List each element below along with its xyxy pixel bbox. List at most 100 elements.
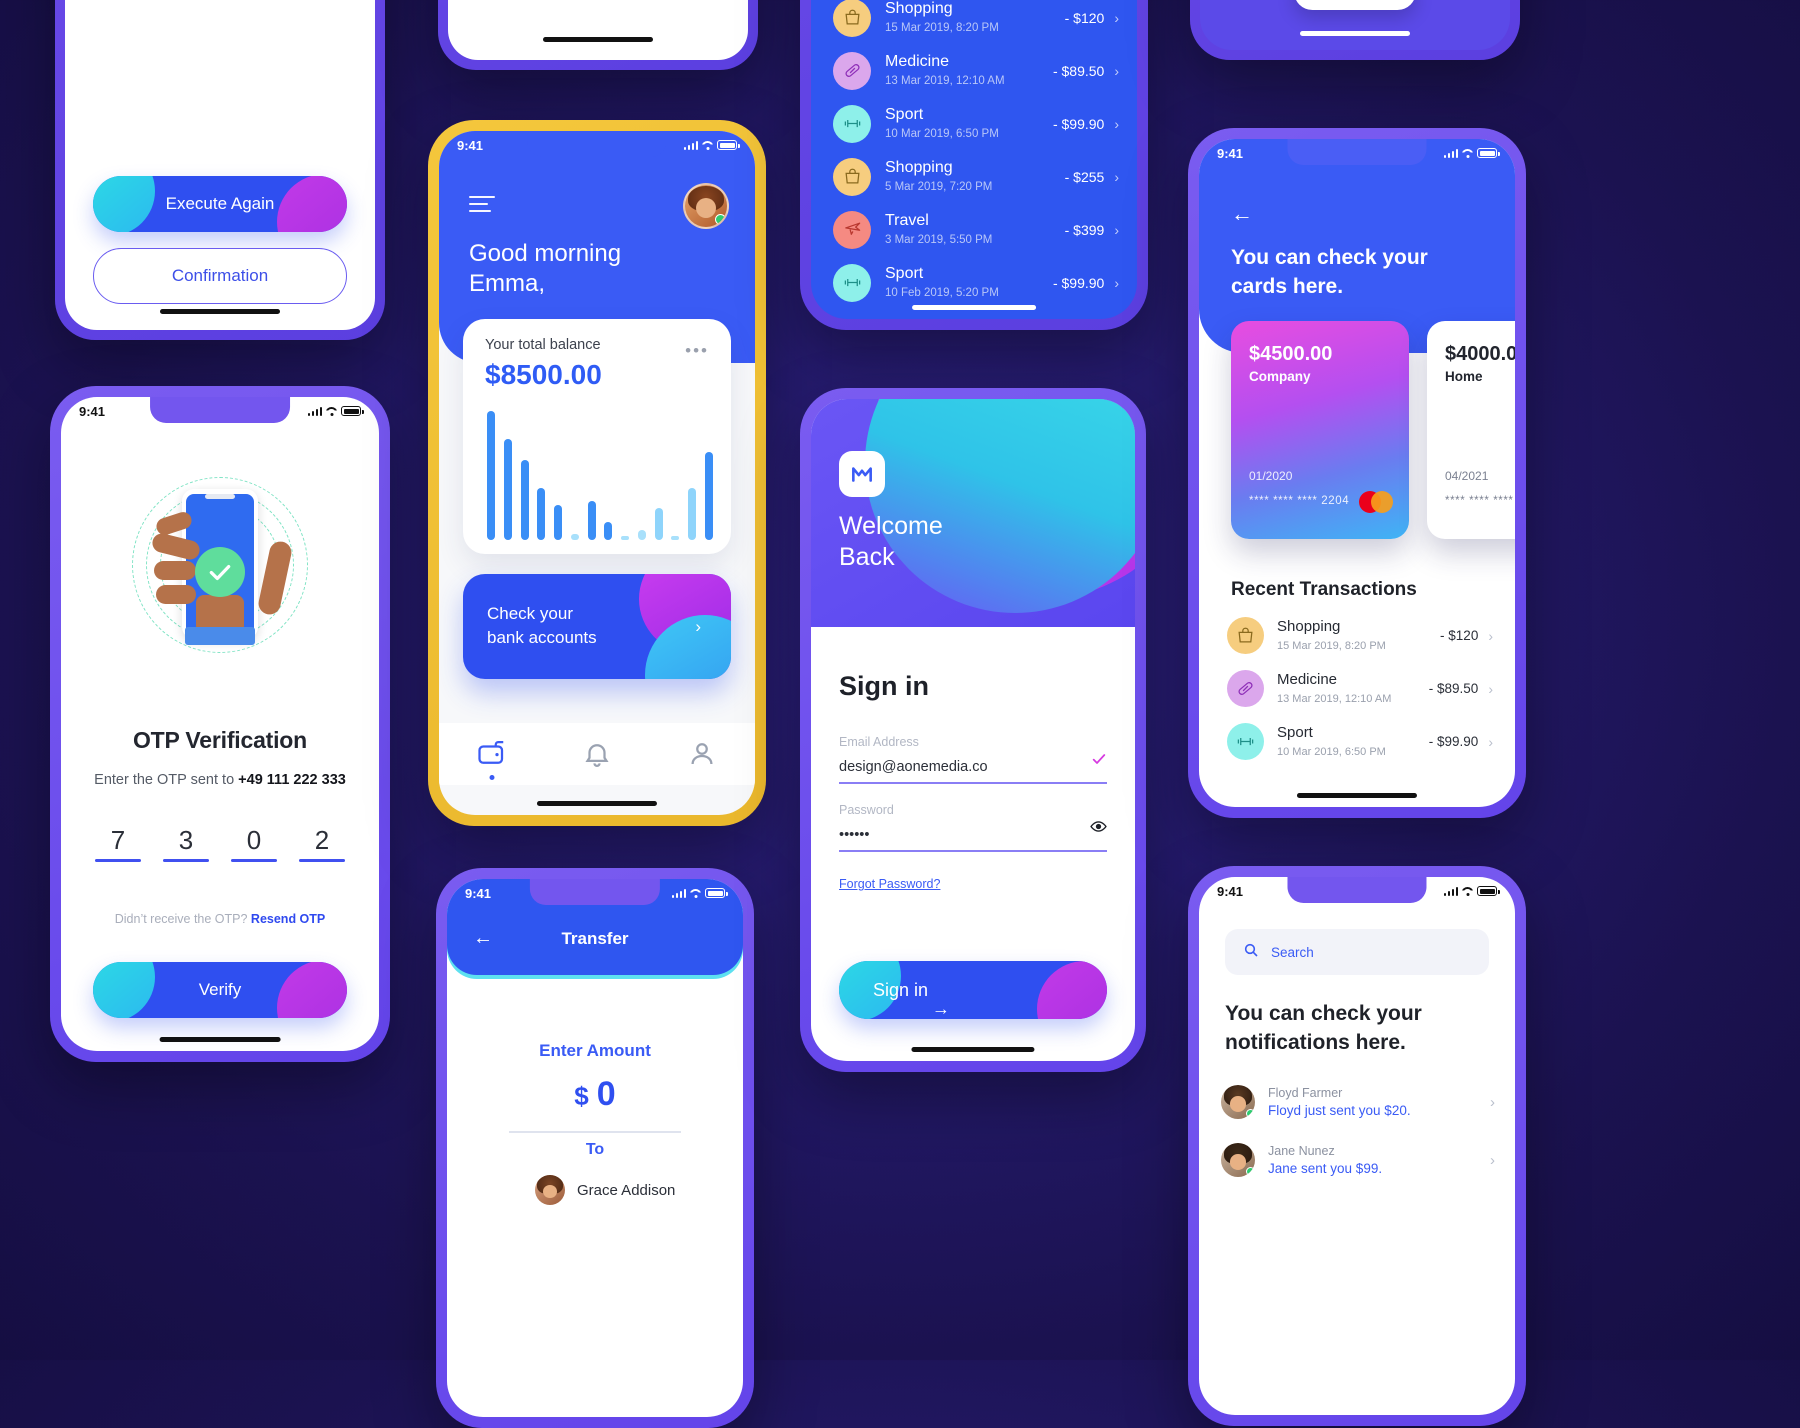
transaction-name: Sport <box>885 106 924 123</box>
otp-digit-4[interactable]: 2 <box>299 825 345 862</box>
wallet-icon[interactable] <box>477 739 507 780</box>
transaction-date: 15 Mar 2019, 8:20 PM <box>885 22 999 34</box>
transaction-name: Sport <box>885 265 924 282</box>
resend-otp-link[interactable]: Resend OTP <box>251 912 325 926</box>
battery-icon <box>705 888 728 898</box>
accounts-card-line2: bank accounts <box>487 628 597 647</box>
welcome-text: Welcome Back <box>839 511 943 573</box>
notifications-list: Floyd Farmer Floyd just sent you $20. › Jan… <box>1221 1073 1495 1189</box>
user-icon[interactable] <box>687 739 717 769</box>
transaction-row[interactable]: Medicine 13 Mar 2019, 12:10 AM - $89.50 › <box>833 44 1119 97</box>
chart-bar <box>587 501 596 540</box>
home-indicator <box>911 1047 1035 1052</box>
back-icon[interactable]: ← <box>1231 201 1253 227</box>
transaction-row[interactable]: Sport 10 Feb 2019, 5:20 PM - $99.90 › <box>833 256 1119 309</box>
get-started-button[interactable]: Get Started <box>1293 0 1417 10</box>
otp-digit-3-value: 0 <box>246 825 262 855</box>
status-bar: 9:41 <box>61 397 379 425</box>
otp-subtitle: Enter the OTP sent to +49 111 222 333 <box>61 772 379 788</box>
recent-transactions-list: Shopping 15 Mar 2019, 8:20 PM - $120 › Medic… <box>1227 609 1493 768</box>
check-bank-accounts-card[interactable]: Check your bank accounts › <box>463 574 731 679</box>
eye-icon[interactable] <box>1090 818 1107 840</box>
status-time: 9:41 <box>1217 883 1244 899</box>
notification-sender: Floyd Farmer <box>1268 1086 1343 1100</box>
bank-card-company[interactable]: $4500.00 Company 01/2020 **** **** **** … <box>1231 321 1409 539</box>
signin-title: Sign in <box>839 671 929 701</box>
balance-label: Your total balance <box>485 337 601 353</box>
recent-transaction-row[interactable]: Medicine 13 Mar 2019, 12:10 AM - $89.50 › <box>1227 662 1493 715</box>
verify-button[interactable]: Verify <box>93 962 347 1018</box>
notification-row[interactable]: Floyd Farmer Floyd just sent you $20. › <box>1221 1073 1495 1131</box>
otp-digit-1-value: 7 <box>110 825 126 855</box>
search-input[interactable]: Search <box>1225 929 1489 975</box>
cards-title-line2: cards here. <box>1231 275 1344 298</box>
otp-subtitle-prefix: Enter the OTP sent to <box>94 772 239 788</box>
confirmation-button[interactable]: Confirmation <box>93 248 347 304</box>
verify-label: Verify <box>198 980 242 999</box>
card-number: **** **** **** 2204 <box>1249 495 1350 507</box>
transaction-date: 10 Feb 2019, 5:20 PM <box>885 287 999 299</box>
signin-button-label: Sign in <box>873 979 929 1000</box>
recent-transaction-row[interactable]: Sport 10 Mar 2019, 6:50 PM - $99.90 › <box>1227 715 1493 768</box>
search-icon <box>1243 942 1259 963</box>
chart-bar <box>487 411 495 540</box>
greeting-line2: Emma, <box>469 270 546 297</box>
status-bar: 9:41 <box>1199 139 1515 167</box>
otp-digit-2[interactable]: 3 <box>163 825 209 862</box>
chart-bar <box>671 536 680 540</box>
wifi-icon <box>702 141 713 150</box>
forgot-password-link[interactable]: Forgot Password? <box>839 877 940 891</box>
transaction-amount: - $89.50 <box>1428 681 1479 696</box>
bell-icon[interactable] <box>582 739 612 769</box>
transaction-row[interactable]: Sport 10 Mar 2019, 6:50 PM - $99.90 › <box>833 97 1119 150</box>
otp-digit-1[interactable]: 7 <box>95 825 141 862</box>
profile-card-screen: Execute Again Confirmation <box>65 0 375 330</box>
execute-again-button[interactable]: Execute Again <box>93 176 347 232</box>
password-value: •••••• <box>839 827 870 843</box>
get-started-card: Get Started <box>1190 0 1520 60</box>
card-number: **** **** **** 9050 <box>1445 495 1515 507</box>
transactions-list: Shopping 15 Mar 2019, 8:20 PM - $120 › Medic… <box>833 0 1119 309</box>
card-owner: Home <box>1445 369 1483 384</box>
get-started-screen: Get Started <box>1200 0 1510 50</box>
transaction-row[interactable]: Shopping 15 Mar 2019, 8:20 PM - $120 › <box>833 0 1119 44</box>
battery-icon <box>1477 148 1500 158</box>
amount-value: 0 <box>596 1075 616 1113</box>
otp-digit-3[interactable]: 0 <box>231 825 277 862</box>
chevron-right-icon: › <box>1114 62 1119 79</box>
transaction-row[interactable]: Travel 3 Mar 2019, 5:50 PM - $399 › <box>833 203 1119 256</box>
more-options-icon[interactable]: ••• <box>685 341 709 361</box>
resend-prefix: Didn’t receive the OTP? <box>114 912 251 926</box>
otp-digit-4-value: 2 <box>314 825 330 855</box>
email-field[interactable]: Email Address design@aonemedia.co <box>839 735 1107 784</box>
chart-bar <box>554 505 563 540</box>
transaction-amount: - $99.90 <box>1052 274 1105 291</box>
bank-card-home[interactable]: $4000.00 Home 04/2021 **** **** **** 905… <box>1427 321 1515 539</box>
home-indicator <box>536 801 658 806</box>
password-field[interactable]: Password •••••• <box>839 803 1107 852</box>
profile-card: Execute Again Confirmation <box>55 0 385 340</box>
cards-screen: 9:41 ← You can check your cards here. $4… <box>1199 139 1515 807</box>
otp-digit-2-value: 3 <box>178 825 194 855</box>
amount-input[interactable]: $0 <box>447 1075 743 1114</box>
transaction-name: Medicine <box>1277 670 1338 688</box>
transfer-screen: 9:41 ← Transfer Enter Amount $0 To Grace… <box>447 879 743 1417</box>
online-dot <box>1246 1109 1255 1118</box>
signal-icon <box>307 406 322 416</box>
signin-screen: Welcome Back Sign in Email Address desig… <box>811 399 1135 1061</box>
transaction-amount: - $399 <box>1064 221 1105 238</box>
chevron-right-icon: › <box>695 616 701 636</box>
recipient-row[interactable]: Grace Addison <box>535 1175 675 1205</box>
online-dot <box>1246 1167 1255 1176</box>
checkout-screen: Checkout $339.00 <box>448 0 748 60</box>
greeting: Good morning Emma, <box>469 239 621 299</box>
balance-bar-chart <box>487 411 713 540</box>
recent-transaction-row[interactable]: Shopping 15 Mar 2019, 8:20 PM - $120 › <box>1227 609 1493 662</box>
avatar[interactable] <box>683 183 729 229</box>
notification-row[interactable]: Jane Nunez Jane sent you $99. › <box>1221 1131 1495 1189</box>
signin-button[interactable]: Sign in → <box>839 961 1107 1019</box>
menu-icon[interactable] <box>469 191 495 217</box>
transaction-row[interactable]: Shopping 5 Mar 2019, 7:20 PM - $255 › <box>833 150 1119 203</box>
confirmation-label: Confirmation <box>171 266 269 285</box>
signal-icon <box>1443 148 1458 158</box>
